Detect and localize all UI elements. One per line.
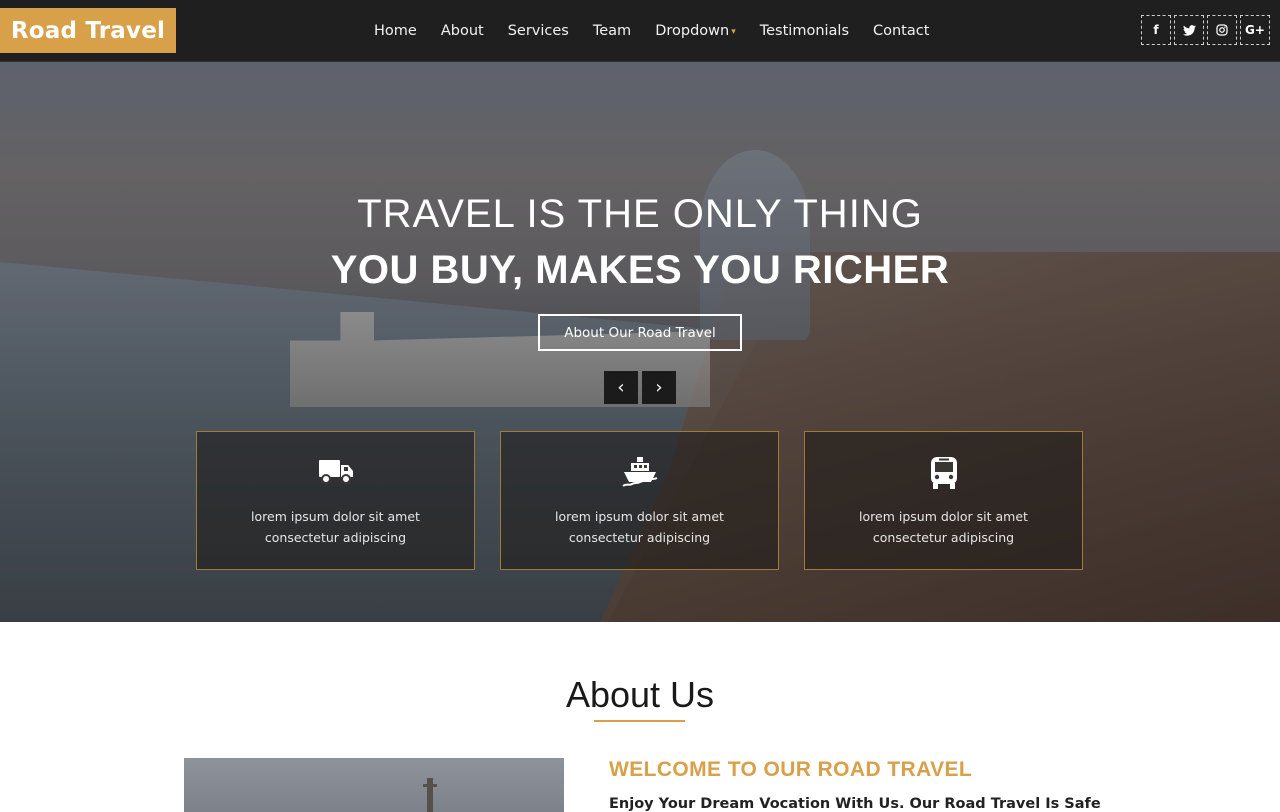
brand-logo[interactable]: Road Travel	[0, 8, 176, 53]
feature-line: lorem ipsum dolor sit amet	[555, 509, 724, 524]
feature-line: consectetur adipiscing	[264, 530, 407, 545]
hero-slider: TRAVEL IS THE ONLY THING YOU BUY, MAKES …	[0, 62, 1280, 622]
feature-line: lorem ipsum dolor sit amet	[859, 509, 1028, 524]
about-heading-underline	[594, 720, 685, 722]
instagram-glyph	[1216, 24, 1228, 36]
feature-description: lorem ipsum dolor sit amet consectetur a…	[501, 506, 778, 548]
truck-icon	[197, 456, 474, 490]
chevron-right-icon[interactable]: ›	[642, 371, 676, 404]
chevron-down-icon: ▾	[731, 27, 736, 37]
instagram-icon[interactable]	[1207, 15, 1237, 45]
hero-heading-line1: TRAVEL IS THE ONLY THING	[357, 192, 923, 236]
about-image	[184, 758, 564, 812]
welcome-text: Enjoy Your Dream Vocation With Us. Our R…	[609, 796, 1101, 812]
nav-services[interactable]: Services	[496, 0, 581, 62]
twitter-icon[interactable]	[1174, 15, 1204, 45]
nav-home[interactable]: Home	[362, 0, 429, 62]
about-road-travel-button[interactable]: About Our Road Travel	[538, 314, 742, 351]
feature-description: lorem ipsum dolor sit amet consectetur a…	[197, 506, 474, 548]
nav-team[interactable]: Team	[581, 0, 643, 62]
feature-line: consectetur adipiscing	[872, 530, 1015, 545]
google-plus-icon[interactable]: G+	[1240, 15, 1270, 45]
feature-description: lorem ipsum dolor sit amet consectetur a…	[805, 506, 1082, 548]
feature-card: lorem ipsum dolor sit amet consectetur a…	[196, 431, 475, 570]
tower-spire	[423, 778, 437, 812]
facebook-icon[interactable]: f	[1141, 15, 1171, 45]
nav-dropdown[interactable]: Dropdown ▾	[643, 0, 748, 62]
nav-testimonials[interactable]: Testimonials	[748, 0, 861, 62]
nav-dropdown-label: Dropdown	[655, 23, 730, 39]
ship-icon	[501, 456, 778, 490]
feature-boxes: lorem ipsum dolor sit amet consectetur a…	[196, 431, 1083, 570]
main-nav: Home About Services Team Dropdown ▾ Test…	[362, 0, 941, 62]
feature-card: lorem ipsum dolor sit amet consectetur a…	[804, 431, 1083, 570]
about-heading: About Us	[565, 674, 715, 715]
top-navbar: Road Travel Home About Services Team Dro…	[0, 0, 1280, 62]
welcome-title: WELCOME TO OUR ROAD TRAVEL	[609, 758, 973, 781]
nav-about[interactable]: About	[429, 0, 496, 62]
bus-icon	[805, 456, 1082, 490]
chevron-left-icon[interactable]: ‹	[604, 371, 638, 404]
feature-line: lorem ipsum dolor sit amet	[251, 509, 420, 524]
social-links: f G+	[1141, 15, 1270, 45]
feature-line: consectetur adipiscing	[568, 530, 711, 545]
twitter-bird-glyph	[1182, 24, 1196, 36]
nav-contact[interactable]: Contact	[861, 0, 941, 62]
feature-card: lorem ipsum dolor sit amet consectetur a…	[500, 431, 779, 570]
hero-heading-line2: YOU BUY, MAKES YOU RICHER	[330, 248, 950, 292]
slider-controls: ‹ ›	[604, 371, 676, 404]
